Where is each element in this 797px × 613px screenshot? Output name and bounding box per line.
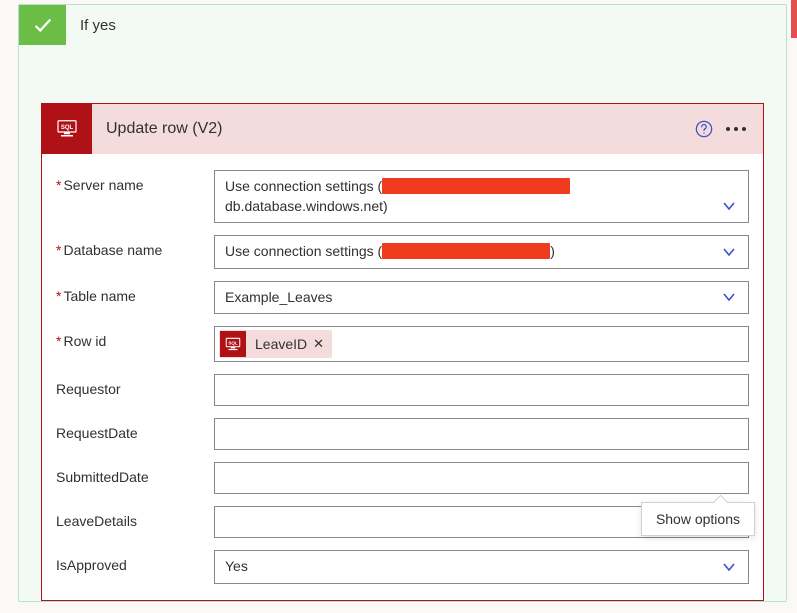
dynamic-content-token[interactable]: SQL LeaveID ✕	[219, 330, 332, 358]
field-requestor: Requestor	[56, 374, 749, 406]
svg-text:SQL: SQL	[228, 340, 238, 345]
chevron-down-icon	[722, 245, 736, 259]
field-label: *Table name	[56, 281, 214, 304]
chevron-down-icon	[722, 290, 736, 304]
field-submitted-date: SubmittedDate	[56, 462, 749, 494]
field-label: LeaveDetails	[56, 506, 214, 529]
field-text: )	[550, 243, 555, 259]
if-yes-branch: If yes SQL Update row (V2)	[18, 4, 787, 602]
field-text: Use connection settings (	[225, 243, 382, 259]
field-database-name: *Database name Use connection settings (…	[56, 235, 749, 269]
checkmark-icon	[19, 5, 66, 45]
row-id-input[interactable]: SQL LeaveID ✕	[214, 326, 749, 362]
request-date-input[interactable]	[214, 418, 749, 450]
show-options-tooltip[interactable]: Show options	[641, 502, 755, 536]
field-label: Requestor	[56, 374, 214, 397]
sql-connector-icon: SQL	[42, 104, 92, 154]
chevron-down-icon	[722, 199, 736, 213]
table-name-select[interactable]: Example_Leaves	[214, 281, 749, 315]
redacted-text	[382, 178, 570, 194]
more-menu-icon[interactable]	[719, 127, 753, 131]
field-server-name: *Server name Use connection settings ( d…	[56, 170, 749, 223]
if-yes-header[interactable]: If yes	[19, 5, 786, 45]
field-label: *Row id	[56, 326, 214, 349]
field-label: IsApproved	[56, 550, 214, 573]
field-text: db.database.windows.net)	[225, 198, 388, 214]
database-name-select[interactable]: Use connection settings ()	[214, 235, 749, 269]
field-text: Yes	[225, 558, 248, 574]
help-icon[interactable]	[689, 114, 719, 144]
token-label: LeaveID	[247, 336, 313, 352]
field-text: Use connection settings (	[225, 178, 382, 194]
field-table-name: *Table name Example_Leaves	[56, 281, 749, 315]
if-yes-title: If yes	[80, 17, 116, 34]
action-form: *Server name Use connection settings ( d…	[42, 154, 763, 600]
field-is-approved: IsApproved Yes	[56, 550, 749, 584]
is-approved-select[interactable]: Yes	[214, 550, 749, 584]
submitted-date-input[interactable]	[214, 462, 749, 494]
field-text: Example_Leaves	[225, 289, 332, 305]
action-header[interactable]: SQL Update row (V2)	[42, 104, 763, 154]
field-label: *Server name	[56, 170, 214, 193]
field-label: *Database name	[56, 235, 214, 258]
remove-token-icon[interactable]: ✕	[313, 336, 324, 352]
sql-connector-icon: SQL	[220, 331, 246, 357]
action-title: Update row (V2)	[106, 120, 689, 138]
action-card: SQL Update row (V2) *Server name	[41, 103, 764, 601]
redacted-text	[382, 243, 550, 259]
edge-marker	[791, 0, 797, 38]
svg-text:SQL: SQL	[61, 125, 74, 131]
requestor-input[interactable]	[214, 374, 749, 406]
field-leave-details: LeaveDetails Show options	[56, 506, 749, 538]
field-request-date: RequestDate	[56, 418, 749, 450]
field-label: RequestDate	[56, 418, 214, 441]
field-row-id: *Row id SQL LeaveID ✕	[56, 326, 749, 362]
field-label: SubmittedDate	[56, 462, 214, 485]
chevron-down-icon	[722, 560, 736, 574]
server-name-select[interactable]: Use connection settings ( db.database.wi…	[214, 170, 749, 223]
